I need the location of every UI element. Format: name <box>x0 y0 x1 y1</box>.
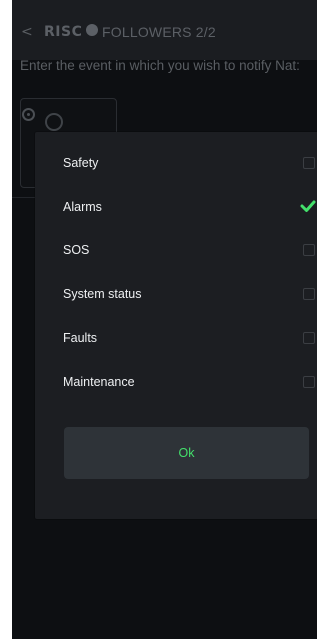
checkmark-icon[interactable] <box>298 196 317 216</box>
back-button[interactable]: < <box>21 24 33 40</box>
logo-text: RISC <box>44 24 83 40</box>
event-item-maintenance[interactable]: Maintenance <box>63 372 317 392</box>
event-item-sos[interactable]: SOS <box>63 240 317 260</box>
page-title: FOLLOWERS 2/2 <box>102 24 216 40</box>
event-item-faults[interactable]: Faults <box>63 328 317 348</box>
checkbox-unchecked[interactable] <box>303 157 315 169</box>
event-item-label: Alarms <box>63 200 102 214</box>
event-item-system-status[interactable]: System status <box>63 284 317 304</box>
checkbox-unchecked[interactable] <box>303 244 315 256</box>
event-item-label: Maintenance <box>63 375 135 389</box>
ok-button[interactable]: Ok <box>64 427 309 479</box>
event-item-label: Safety <box>63 156 99 170</box>
checkbox-unchecked[interactable] <box>303 332 315 344</box>
event-item-label: SOS <box>63 243 90 257</box>
event-item-safety[interactable]: Safety <box>63 153 317 173</box>
chevron-left-icon: < <box>21 24 33 40</box>
radio-button-icon[interactable] <box>22 108 35 121</box>
phone-screen: < RISC FOLLOWERS 2/2 Enter the event in … <box>12 0 317 639</box>
event-item-label: System status <box>63 287 142 301</box>
checkbox-unchecked[interactable] <box>303 288 315 300</box>
checkbox-unchecked[interactable] <box>303 376 315 388</box>
event-item-label: Faults <box>63 331 98 345</box>
event-item-alarms[interactable]: Alarms <box>63 197 317 217</box>
logo-o-icon <box>86 24 98 36</box>
prompt-text: Enter the event in which you wish to not… <box>20 58 300 73</box>
event-selection-dialog: Safety Alarms SOS System status Faults M… <box>35 132 317 519</box>
top-bar: < RISC FOLLOWERS 2/2 <box>12 0 317 60</box>
